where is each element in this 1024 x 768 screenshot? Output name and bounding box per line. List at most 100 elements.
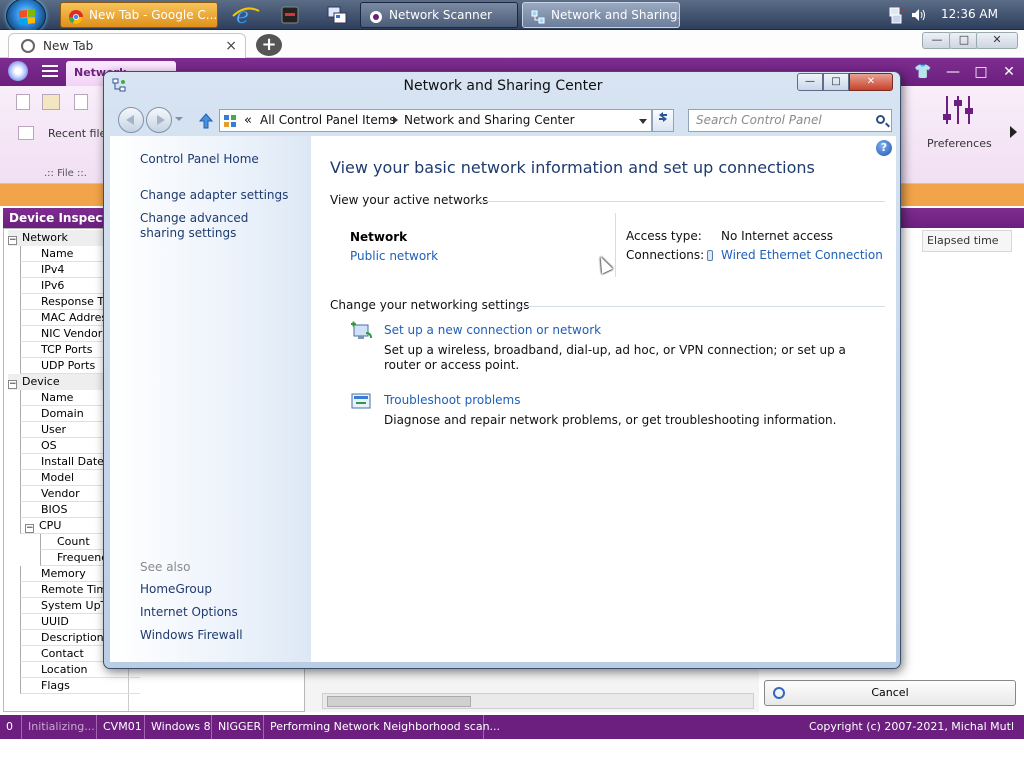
window-minimize-button[interactable]: — [797,73,823,91]
internet-explorer-icon[interactable]: e [226,2,266,29]
tree-group-label: CPU [39,519,62,532]
address-bar[interactable]: « All Control Panel Items Network and Sh… [219,109,652,132]
theme-icon[interactable]: 👕 [914,63,932,81]
main-content: ? View your basic network information an… [311,136,896,662]
globe-icon [21,39,35,53]
windows-firewall-link[interactable]: Windows Firewall [140,628,243,643]
search-icon[interactable] [876,115,885,124]
close-tab-icon[interactable]: × [225,34,237,58]
active-networks-header: View your active networks [330,193,489,207]
network-tray-icon[interactable] [889,6,905,27]
troubleshoot-description: Diagnose and repair network problems, or… [384,413,837,427]
browser-close-button[interactable]: ✕ [976,32,1018,49]
ribbon-group-label: .:: File ::. [44,168,87,179]
connections-label: Connections: [626,248,705,262]
network-sharing-icon [531,8,545,24]
start-button[interactable] [6,0,46,34]
scrollbar-thumb[interactable] [327,696,471,707]
tree-group-label: Network [22,231,68,244]
elapsed-time-column-header[interactable]: Elapsed time [922,230,1012,252]
see-also-label: See also [140,560,191,574]
app-maximize-button[interactable]: □ [972,63,990,81]
copyright: Copyright (c) 2007-2021, Michal Mutl [808,720,1014,733]
open-folder-icon[interactable] [42,94,60,110]
troubleshoot-link[interactable]: Troubleshoot problems [384,393,520,407]
network-scanner-icon [369,8,383,23]
change-settings-header: Change your networking settings [330,298,530,312]
hamburger-menu-icon[interactable] [42,65,58,77]
help-icon[interactable]: ? [876,140,892,156]
app-logo-icon [8,61,28,81]
results-header-bar [900,208,1024,228]
setup-connection-description: Set up a wireless, broadband, dial-up, a… [384,343,846,372]
internet-options-link[interactable]: Internet Options [140,605,238,620]
network-tool-icon[interactable] [318,2,358,28]
save-icon[interactable] [74,94,88,110]
breadcrumb-overflow[interactable]: « [244,110,252,131]
breadcrumb-item[interactable]: Network and Sharing Center [404,110,575,131]
status-message: Performing Network Neighborhood scan... [264,715,500,739]
collapse-icon[interactable]: − [25,524,34,533]
status-bar: 0 Initializing... CVM01 Windows 8 NIGGER… [0,715,1024,739]
refresh-button[interactable] [652,109,674,132]
collapse-icon[interactable]: − [8,380,17,389]
status-state: Initializing... [22,715,97,739]
taskbar-button-label: Network and Sharing... [551,8,680,22]
network-type-link[interactable]: Public network [350,249,438,263]
status-count: 0 [0,715,22,739]
window-title: Network and Sharing Center [403,78,603,94]
breadcrumb-separator-icon[interactable] [393,116,398,124]
browser-maximize-button[interactable]: □ [949,32,979,49]
forward-button[interactable] [146,107,172,133]
windows-flag-icon [19,9,35,25]
ethernet-icon [707,250,713,261]
taskbar-button-label: Network Scanner [389,8,493,22]
tree-item[interactable]: Flags [20,678,140,694]
media-player-icon[interactable] [272,2,312,28]
address-bar-row: « All Control Panel Items Network and Sh… [104,104,900,134]
breadcrumb-item[interactable]: All Control Panel Items [260,110,396,131]
cancel-button[interactable]: Cancel [764,680,1016,706]
search-input[interactable]: Search Control Panel [688,109,892,132]
tree-group-label: Device [22,375,60,388]
change-adapter-settings-link[interactable]: Change adapter settings [140,188,288,203]
stop-icon [773,687,785,699]
app-minimize-button[interactable]: — [944,63,962,81]
horizontal-scrollbar[interactable] [322,693,754,709]
page-title: View your basic network information and … [330,158,815,177]
taskbar-button-chrome[interactable]: New Tab - Google C... [60,2,218,28]
up-arrow-icon[interactable] [198,113,214,129]
collapse-icon[interactable]: − [8,236,17,245]
network-name: Network [350,230,408,244]
window-maximize-button[interactable]: □ [823,73,849,91]
browser-tab[interactable]: New Tab × [8,33,246,58]
clock[interactable]: 12:36 AM [941,7,998,21]
status-computer: CVM01 [97,715,145,739]
recent-pages-icon[interactable] [175,117,183,121]
app-close-button[interactable]: ✕ [1000,63,1018,81]
volume-icon[interactable] [911,8,927,25]
ribbon-scroll-right-icon[interactable] [1010,126,1017,138]
window-close-button[interactable]: ✕ [849,73,893,91]
search-placeholder: Search Control Panel [696,113,822,127]
system-tray: 12:36 AM [884,0,1024,30]
setup-connection-link[interactable]: Set up a new connection or network [384,323,601,337]
preferences-button[interactable]: Preferences [927,137,992,150]
new-tab-button[interactable]: + [256,34,282,56]
connection-name: Wired Ethernet Connection [721,248,883,262]
taskbar: New Tab - Google C... e Network Scanner … [0,0,1024,34]
chrome-icon [69,8,83,24]
back-button[interactable] [118,107,144,133]
new-file-icon[interactable] [16,94,30,110]
refresh-icon [659,112,667,122]
homegroup-link[interactable]: HomeGroup [140,582,212,597]
address-dropdown-icon[interactable] [639,119,647,124]
access-type-label: Access type: [626,229,702,243]
taskbar-button-network-sharing[interactable]: Network and Sharing... [522,2,680,28]
taskbar-button-network-scanner[interactable]: Network Scanner [360,2,518,28]
control-panel-home-link[interactable]: Control Panel Home [140,152,259,167]
change-advanced-sharing-link[interactable]: Change advanced sharing settings [140,211,290,241]
connection-link[interactable]: Wired Ethernet Connection [707,248,883,262]
browser-minimize-button[interactable]: — [922,32,952,49]
troubleshoot-icon [350,390,374,412]
